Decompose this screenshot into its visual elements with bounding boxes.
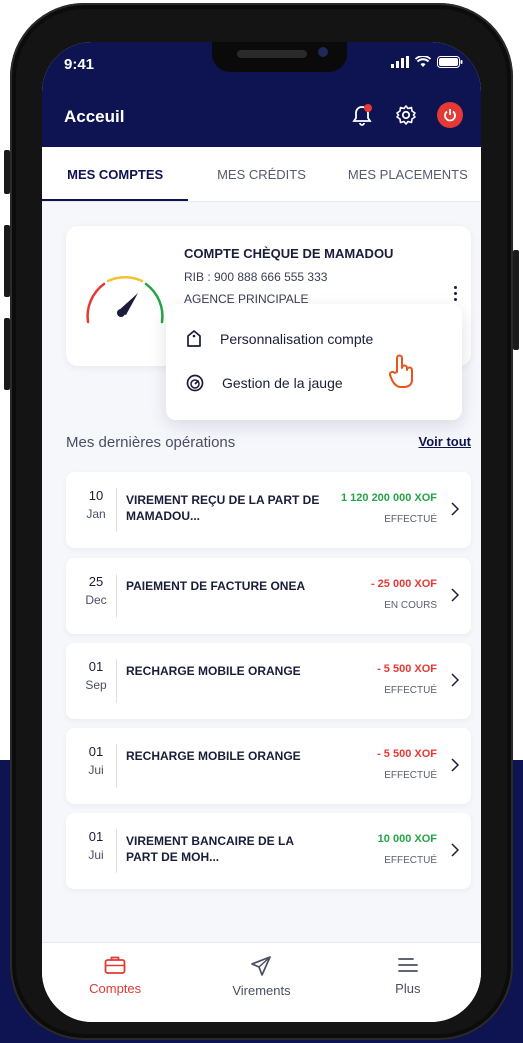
divider	[116, 488, 117, 532]
operation-row[interactable]: 01 Jui RECHARGE MOBILE ORANGE - 5 500 XO…	[66, 728, 471, 804]
operation-row[interactable]: 25 Dec PAIEMENT DE FACTURE ONEA - 25 000…	[66, 558, 471, 634]
nav-plus[interactable]: Plus	[335, 943, 481, 1022]
chevron-right-icon	[451, 588, 459, 602]
gauge-icon	[186, 374, 204, 392]
more-options-button[interactable]	[451, 286, 459, 306]
operation-status: EFFECTUÉ	[384, 514, 437, 525]
account-tabs: MES COMPTES MES CRÉDITS MES PLACEMENTS	[42, 147, 481, 202]
chevron-right-icon	[451, 758, 459, 772]
operation-row[interactable]: 01 Jui VIREMENT BANCAIRE DE LA PART DE M…	[66, 813, 471, 889]
pointer-hand-icon	[388, 354, 413, 388]
tab-mes-comptes[interactable]: MES COMPTES	[42, 147, 189, 201]
chevron-right-icon	[451, 502, 459, 516]
tab-mes-placements[interactable]: MES PLACEMENTS	[335, 147, 481, 201]
operation-day: 25	[88, 574, 104, 589]
nav-virements[interactable]: Virements	[188, 943, 334, 1022]
operation-month: Jan	[86, 507, 106, 521]
operation-amount: 10 000 XOF	[377, 833, 437, 845]
account-rib: RIB : 900 888 666 555 333	[184, 270, 328, 284]
operation-day: 01	[88, 744, 104, 759]
menu-item-gestion-jauge[interactable]: Gestion de la jauge	[186, 374, 343, 392]
see-all-link[interactable]: Voir tout	[419, 434, 471, 449]
operation-date: 01 Jui	[76, 829, 116, 862]
volume-down-button	[4, 318, 10, 390]
nav-label: Virements	[232, 983, 291, 998]
wifi-icon	[415, 56, 431, 67]
header-actions	[349, 102, 463, 128]
power-side-button	[513, 250, 519, 350]
bottom-navigation: Comptes Virements Plus	[42, 942, 481, 1022]
logout-button[interactable]	[437, 102, 463, 128]
operation-date: 01 Sep	[76, 659, 116, 692]
chevron-right-icon	[451, 843, 459, 857]
app-screen: 9:41 Acceuil MES COMPTES MES CRÉDITS MES…	[42, 42, 481, 1022]
operation-date: 25 Dec	[76, 574, 116, 607]
gear-icon	[396, 105, 416, 125]
operation-amount: 1 120 200 000 XOF	[340, 492, 437, 504]
battery-icon	[437, 56, 463, 68]
operation-month: Jui	[88, 763, 104, 777]
operation-row[interactable]: 10 Jan VIREMENT REÇU DE LA PART DE MAMAD…	[66, 472, 471, 548]
paper-plane-icon	[251, 956, 272, 976]
divider	[116, 829, 117, 873]
operation-day: 10	[88, 488, 104, 503]
operations-title: Mes dernières opérations	[66, 434, 236, 451]
operation-status: EFFECTUÉ	[384, 855, 437, 866]
briefcase-icon	[104, 956, 126, 974]
app-header: 9:41 Acceuil	[42, 42, 481, 147]
operation-day: 01	[88, 829, 104, 844]
account-name: COMPTE CHÈQUE DE MAMADOU	[184, 246, 394, 261]
front-camera	[318, 47, 328, 57]
nav-comptes[interactable]: Comptes	[42, 943, 188, 1022]
mute-switch	[4, 150, 10, 194]
operation-amount: - 25 000 XOF	[370, 578, 437, 590]
operation-row[interactable]: 01 Sep RECHARGE MOBILE ORANGE - 5 500 XO…	[66, 643, 471, 719]
nav-label: Plus	[395, 981, 421, 996]
menu-item-label: Personnalisation compte	[220, 331, 374, 347]
nav-label: Comptes	[89, 981, 142, 996]
menu-icon	[397, 958, 418, 972]
operation-label: RECHARGE MOBILE ORANGE	[126, 749, 301, 763]
bell-icon	[352, 104, 372, 126]
operation-date: 10 Jan	[76, 488, 116, 521]
operation-status: EN COURS	[384, 600, 437, 611]
operation-amount: - 5 500 XOF	[377, 748, 437, 760]
notification-button[interactable]	[349, 102, 375, 128]
divider	[116, 574, 117, 618]
volume-up-button	[4, 225, 10, 297]
operation-month: Sep	[85, 678, 107, 692]
operation-month: Dec	[85, 593, 107, 607]
divider	[116, 659, 117, 703]
power-icon	[444, 109, 456, 122]
operation-label: VIREMENT REÇU DE LA PART DE MAMADOU...	[126, 493, 320, 523]
divider	[116, 744, 117, 788]
operation-label: PAIEMENT DE FACTURE ONEA	[126, 579, 306, 593]
operation-status: EFFECTUÉ	[384, 685, 437, 696]
chevron-right-icon	[451, 673, 459, 687]
tag-icon	[187, 330, 201, 347]
menu-item-personnalisation[interactable]: Personnalisation compte	[186, 330, 373, 348]
speaker-grille	[237, 50, 307, 58]
settings-button[interactable]	[393, 102, 419, 128]
status-time: 9:41	[64, 56, 95, 73]
operation-day: 01	[88, 659, 104, 674]
menu-item-label: Gestion de la jauge	[222, 375, 343, 391]
operation-status: EFFECTUÉ	[384, 770, 437, 781]
status-icons	[391, 56, 463, 68]
page-title: Acceuil	[64, 107, 125, 126]
tab-mes-credits[interactable]: MES CRÉDITS	[188, 147, 334, 201]
operation-amount: - 5 500 XOF	[377, 663, 437, 675]
operation-label: VIREMENT BANCAIRE DE LA PART DE MOH...	[126, 834, 294, 864]
signal-icon	[391, 56, 409, 68]
operation-date: 01 Jui	[76, 744, 116, 777]
gauge-icon	[86, 276, 164, 324]
operation-month: Jui	[88, 848, 104, 862]
operation-label: RECHARGE MOBILE ORANGE	[126, 664, 301, 678]
